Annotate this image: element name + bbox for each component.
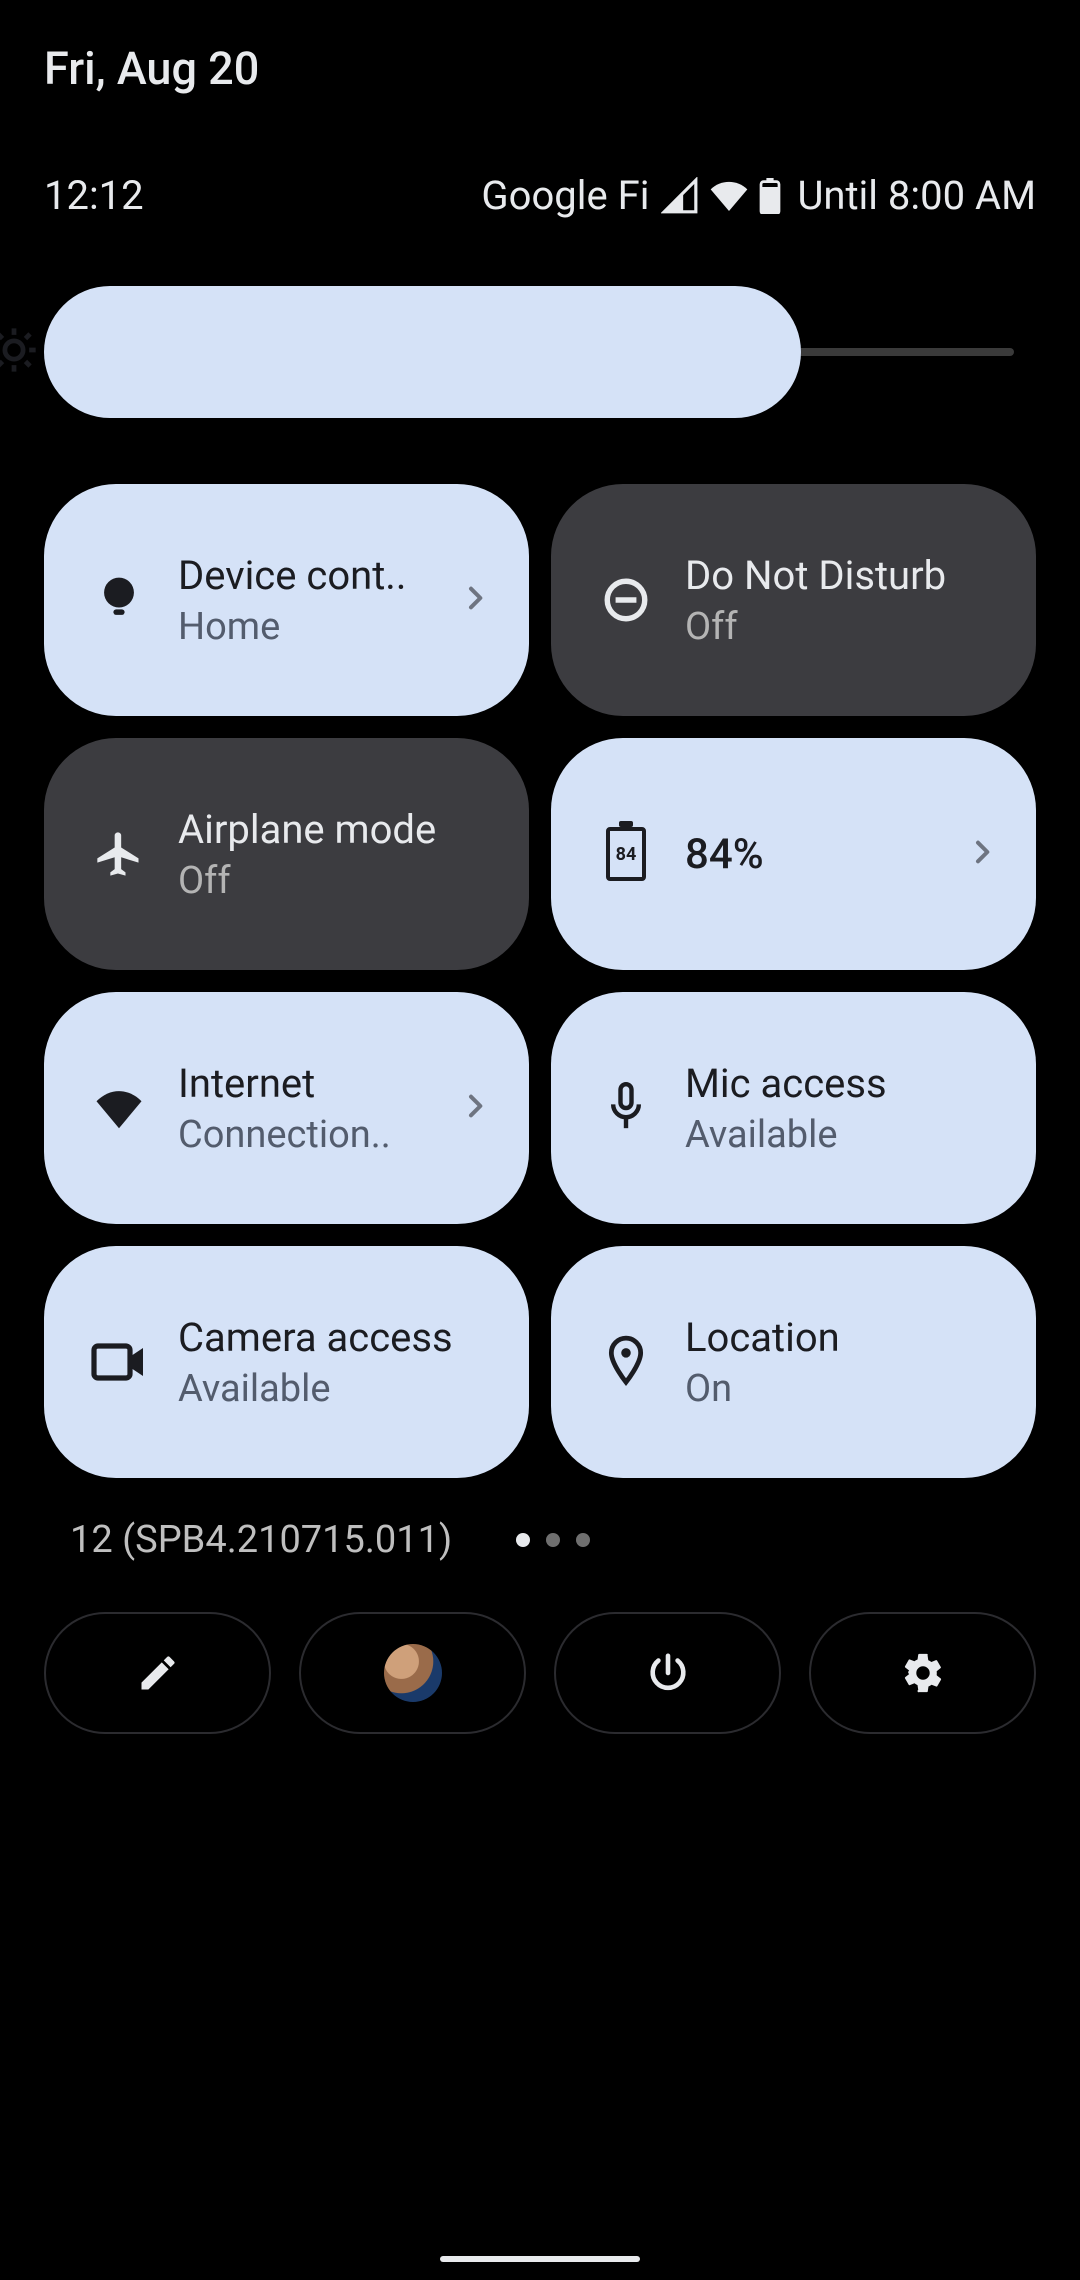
qs-tile-device-cont[interactable]: Device cont.. Home bbox=[44, 484, 529, 716]
chevron-right-icon bbox=[459, 1090, 499, 1126]
mic-icon bbox=[591, 1080, 661, 1136]
page-dot bbox=[546, 1533, 560, 1547]
camera-icon bbox=[84, 1341, 154, 1383]
battery-until-label: Until 8:00 AM bbox=[797, 172, 1036, 219]
build-number-label: 12 (SPB4.210715.011) bbox=[70, 1518, 452, 1562]
user-switch-button[interactable] bbox=[299, 1612, 526, 1734]
qs-tile-location[interactable]: Location On bbox=[551, 1246, 1036, 1478]
page-dot bbox=[516, 1533, 530, 1547]
location-icon bbox=[591, 1334, 661, 1390]
qs-tile-84[interactable]: 84 84% bbox=[551, 738, 1036, 970]
wifi-icon bbox=[709, 176, 749, 216]
qs-tile-do-not-disturb[interactable]: Do Not Disturb Off bbox=[551, 484, 1036, 716]
tile-title: Location bbox=[685, 1314, 1006, 1361]
chevron-right-icon bbox=[966, 836, 1006, 872]
power-menu-button[interactable] bbox=[554, 1612, 781, 1734]
tile-subtitle: Home bbox=[178, 605, 459, 649]
edit-tiles-button[interactable] bbox=[44, 1612, 271, 1734]
tile-subtitle: On bbox=[685, 1367, 1006, 1411]
power-icon bbox=[645, 1650, 691, 1696]
dnd-icon bbox=[591, 575, 661, 625]
airplane-icon bbox=[84, 828, 154, 880]
status-bar: 12:12 Google Fi Until 8:00 AM bbox=[44, 172, 1036, 219]
settings-button[interactable] bbox=[809, 1612, 1036, 1734]
tile-subtitle: Connection.. bbox=[178, 1113, 459, 1157]
pencil-icon bbox=[136, 1651, 180, 1695]
bulb-icon bbox=[84, 572, 154, 628]
tile-title: Do Not Disturb bbox=[685, 552, 1006, 599]
tile-subtitle: Off bbox=[685, 605, 1006, 649]
tile-subtitle: Available bbox=[685, 1113, 1006, 1157]
qs-tile-camera-access[interactable]: Camera access Available bbox=[44, 1246, 529, 1478]
qs-tile-airplane-mode[interactable]: Airplane mode Off bbox=[44, 738, 529, 970]
qs-tile-internet[interactable]: Internet Connection.. bbox=[44, 992, 529, 1224]
clock-label: 12:12 bbox=[44, 172, 144, 219]
tile-title: Device cont.. bbox=[178, 552, 459, 599]
wifi-icon bbox=[84, 1081, 154, 1135]
home-indicator[interactable] bbox=[440, 2256, 640, 2262]
tile-title: Camera access bbox=[178, 1314, 499, 1361]
gear-icon bbox=[900, 1650, 946, 1696]
status-icons bbox=[661, 176, 781, 216]
tile-subtitle: Off bbox=[178, 859, 499, 903]
battery-icon: 84 bbox=[591, 827, 661, 881]
tile-title: Internet bbox=[178, 1060, 459, 1107]
tile-title: 84% bbox=[685, 830, 966, 879]
carrier-label: Google Fi bbox=[481, 172, 649, 219]
qs-tile-mic-access[interactable]: Mic access Available bbox=[551, 992, 1036, 1224]
date-label: Fri, Aug 20 bbox=[44, 42, 259, 95]
brightness-slider[interactable] bbox=[44, 286, 1014, 418]
battery-icon bbox=[759, 178, 781, 214]
tile-title: Airplane mode bbox=[178, 806, 499, 853]
tile-title: Mic access bbox=[685, 1060, 1006, 1107]
page-indicator bbox=[516, 1533, 590, 1547]
page-dot bbox=[576, 1533, 590, 1547]
tile-subtitle: Available bbox=[178, 1367, 499, 1411]
avatar-icon bbox=[384, 1644, 442, 1702]
cellular-signal-icon bbox=[661, 177, 699, 215]
brightness-icon bbox=[0, 324, 40, 380]
chevron-right-icon bbox=[459, 582, 499, 618]
